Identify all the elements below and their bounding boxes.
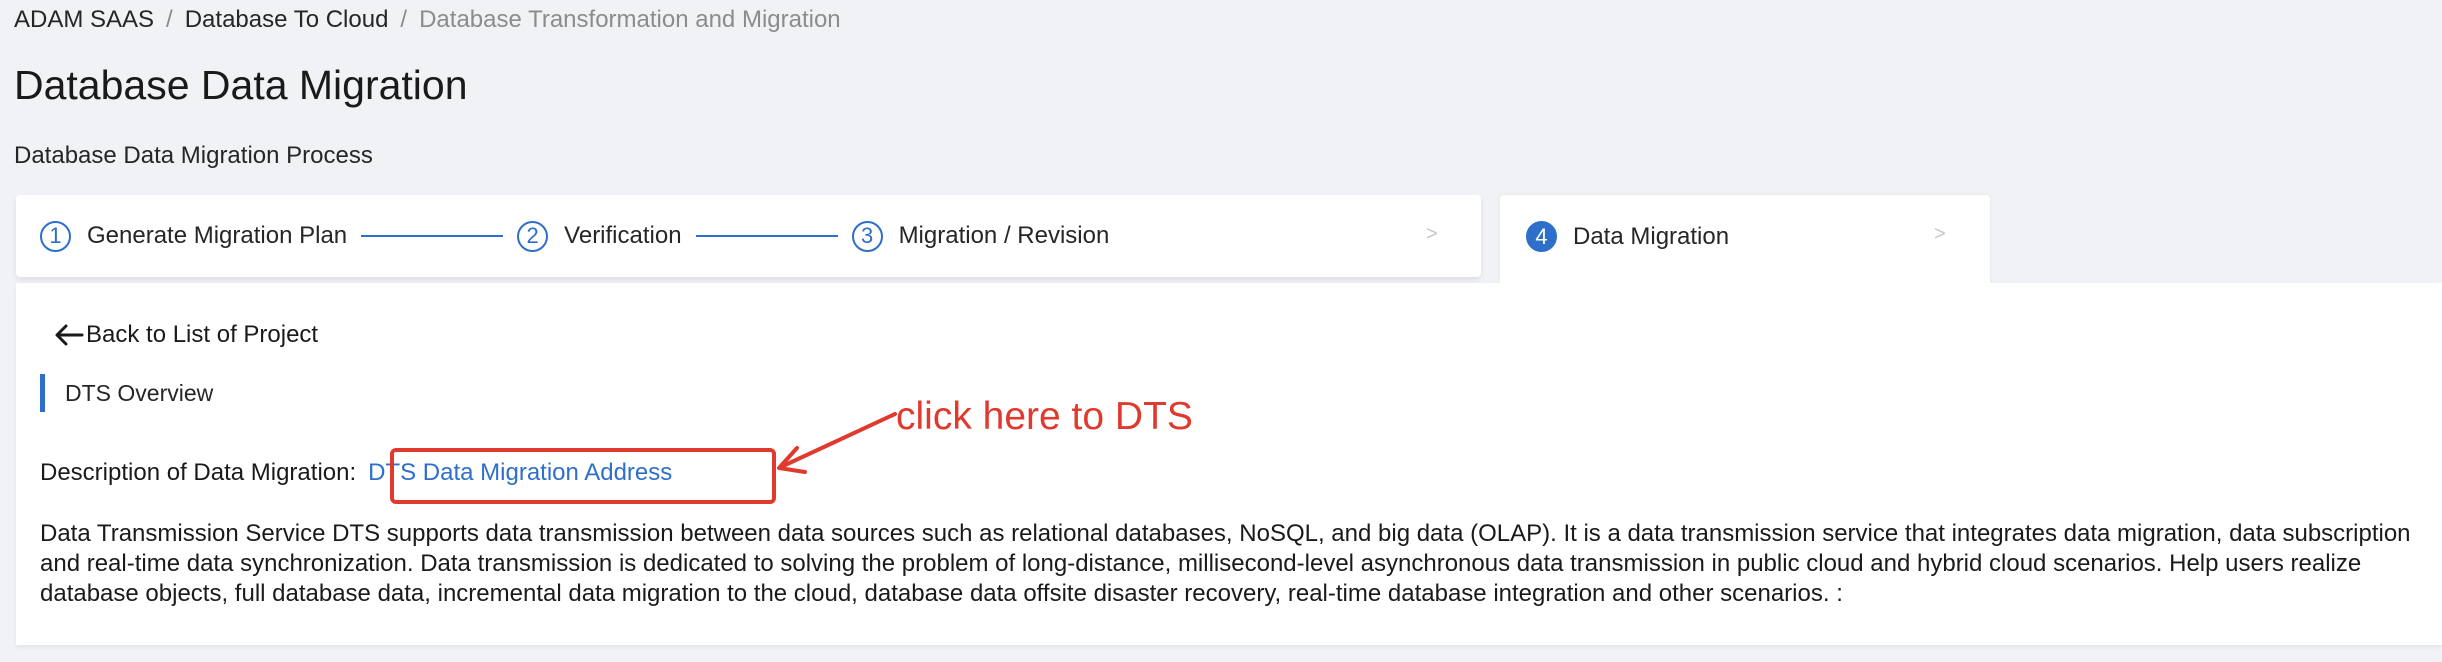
step-label: Verification bbox=[564, 222, 682, 249]
process-label: Database Data Migration Process bbox=[14, 142, 373, 169]
step-generate-migration-plan[interactable]: 1 Generate Migration Plan bbox=[40, 220, 348, 252]
step-verification[interactable]: 2 Verification bbox=[517, 220, 682, 252]
step-label: Data Migration bbox=[1573, 222, 1730, 250]
content-panel: Back to List of Project DTS Overview Des… bbox=[16, 283, 2442, 645]
breadcrumb-item-adam-saas[interactable]: ADAM SAAS bbox=[14, 6, 154, 34]
description-body: Data Transmission Service DTS supports d… bbox=[40, 520, 2411, 607]
annotation-text: click here to DTS bbox=[896, 395, 1193, 438]
breadcrumb: ADAM SAAS / Database To Cloud / Database… bbox=[14, 4, 841, 36]
step-label: Migration / Revision bbox=[898, 222, 1110, 249]
description-label: Description of Data Migration: bbox=[40, 459, 357, 486]
step-number: 3 bbox=[851, 220, 883, 252]
section-title: DTS Overview bbox=[40, 374, 213, 412]
annotation-arrow-icon bbox=[777, 412, 897, 474]
back-link-label: Back to List of Project bbox=[86, 321, 319, 348]
annotation-highlight-box bbox=[390, 448, 776, 504]
step-data-migration-card: 4 Data Migration > bbox=[1500, 195, 1990, 285]
back-to-list-button[interactable]: Back to List of Project bbox=[54, 321, 318, 349]
step-connector bbox=[695, 235, 838, 237]
arrow-left-icon bbox=[55, 324, 84, 346]
breadcrumb-separator: / bbox=[166, 6, 173, 33]
step-number: 1 bbox=[40, 220, 71, 252]
page-title: Database Data Migration bbox=[14, 62, 468, 108]
step-number: 2 bbox=[517, 220, 549, 252]
step-number: 4 bbox=[1526, 221, 1557, 252]
breadcrumb-current: Database Transformation and Migration bbox=[419, 6, 841, 33]
step-connector bbox=[361, 235, 504, 237]
chevron-right-icon: > bbox=[1934, 223, 1946, 245]
breadcrumb-separator: / bbox=[400, 6, 408, 33]
step-data-migration[interactable]: 4 Data Migration bbox=[1526, 221, 1729, 252]
breadcrumb-item-database-to-cloud[interactable]: Database To Cloud bbox=[185, 6, 389, 34]
steps-bar: 1 Generate Migration Plan 2 Verification… bbox=[16, 195, 1481, 277]
step-migration-revision[interactable]: 3 Migration / Revision bbox=[851, 220, 1110, 252]
chevron-right-icon: > bbox=[1426, 223, 1438, 245]
step-label: Generate Migration Plan bbox=[87, 222, 348, 249]
